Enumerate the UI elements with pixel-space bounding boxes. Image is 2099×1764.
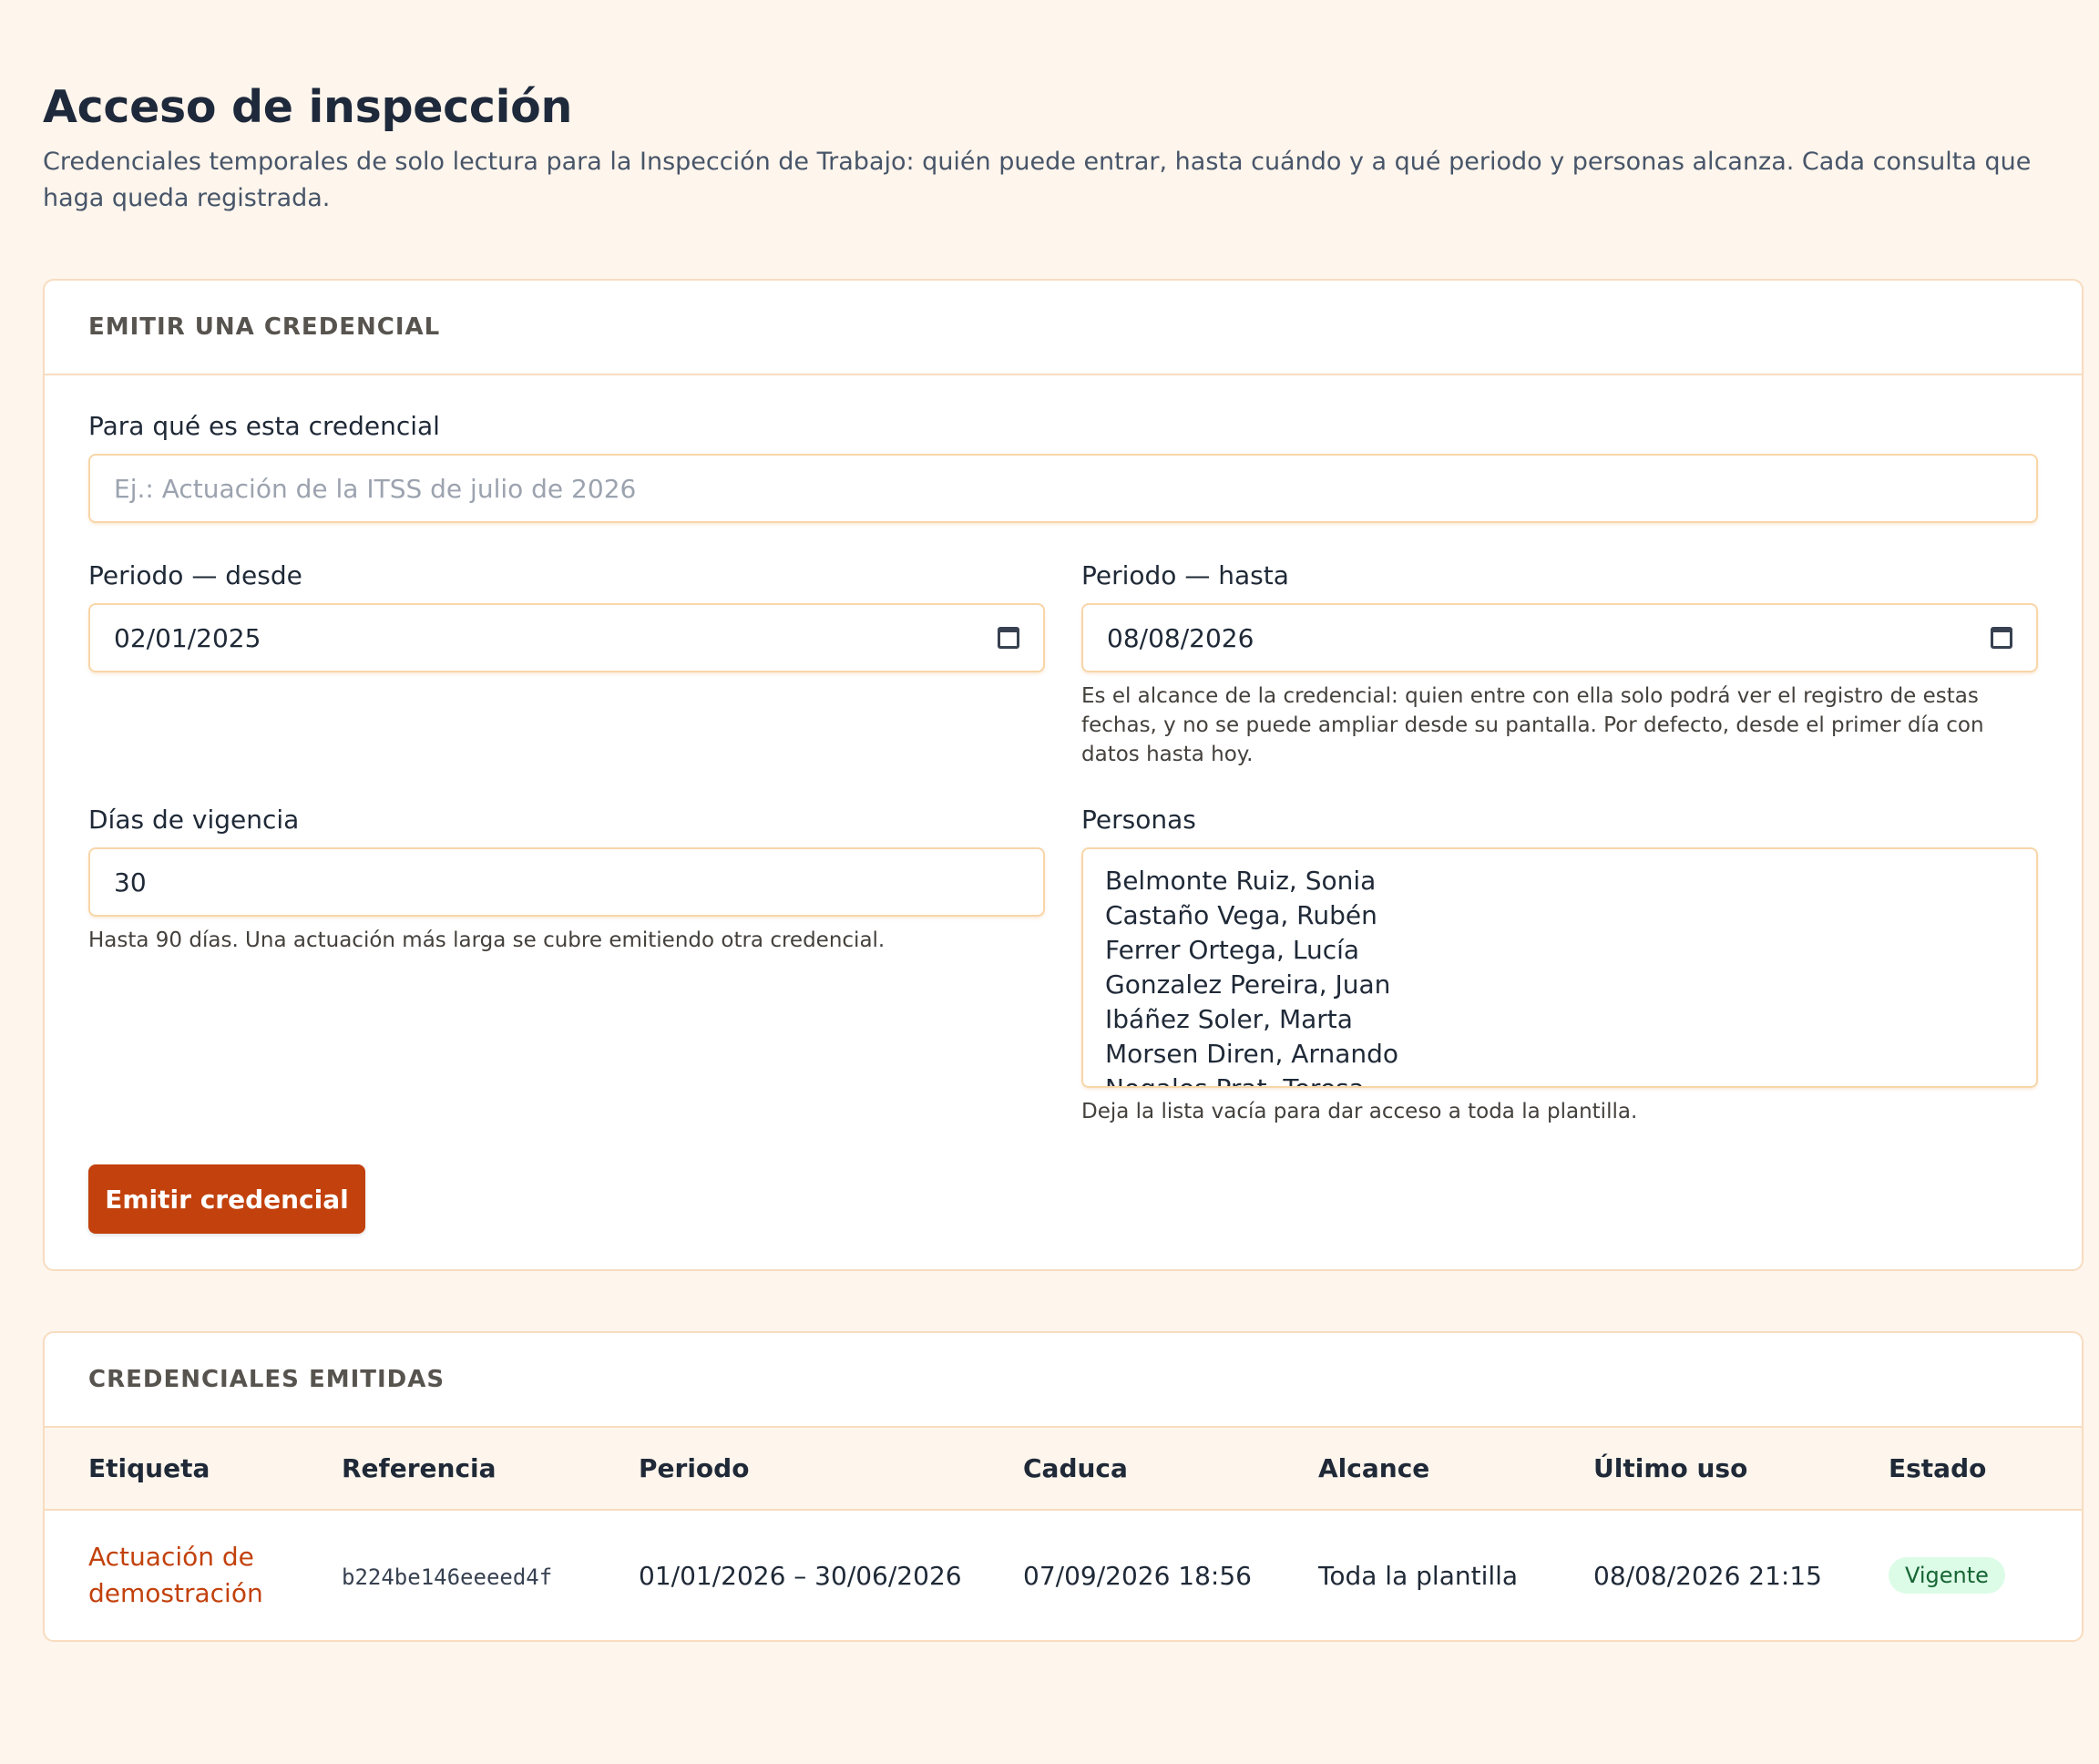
validity-days-input[interactable]: 30 [88,847,1045,917]
people-option[interactable]: Ibáñez Soler, Marta [1105,1002,2036,1037]
cell-reference: b224be146eeeed4f [342,1510,639,1640]
page-description: Credenciales temporales de solo lectura … [43,148,2032,212]
cell-period: 01/01/2026 – 30/06/2026 [639,1560,962,1591]
validity-days-label: Días de vigencia [88,805,300,835]
people-option[interactable]: Castaño Vega, Rubén [1105,898,2036,933]
column-header-reference: Referencia [342,1428,639,1511]
purpose-label: Para qué es esta credencial [88,411,440,441]
cell-label: Actuación de demostración [45,1510,342,1640]
period-to-label: Periodo — hasta [1081,560,1289,590]
period-to-value: 08/08/2026 [1107,622,1254,653]
period-from-value: 02/01/2025 [114,622,261,653]
table-header-row: Etiqueta Referencia Periodo Caduca Alcan… [45,1428,2082,1511]
calendar-icon[interactable] [998,627,1019,649]
credential-label-link[interactable]: Actuación de demostración [88,1539,271,1612]
issued-credentials-card: CREDENCIALES EMITIDAS Etiqueta Referenci… [43,1331,2084,1642]
issue-credential-card: EMITIR UNA CREDENCIAL Para qué es esta c… [43,279,2084,1271]
cell-status: Vigente [1889,1510,2082,1640]
column-header-label: Etiqueta [45,1428,342,1511]
issue-credential-button[interactable]: Emitir credencial [88,1164,365,1234]
column-header-period: Periodo [639,1428,1023,1511]
issued-credentials-heading: CREDENCIALES EMITIDAS [45,1333,2082,1428]
cell-expires: 07/09/2026 18:56 [1023,1560,1252,1591]
period-from-input[interactable]: 02/01/2025 [88,603,1045,672]
validity-days-field: Días de vigencia 30 Hasta 90 días. Una a… [88,804,1045,955]
people-hint: Deja la lista vacía para dar acceso a to… [1081,1100,1638,1123]
column-header-expires: Caduca [1023,1428,1318,1511]
period-to-field: Periodo — hasta 08/08/2026 Es el alcance… [1081,559,2038,769]
table-row: Actuación de demostración b224be146eeeed… [45,1510,2082,1640]
period-to-hint: Es el alcance de la credencial: quien en… [1081,684,1984,766]
cell-scope: Toda la plantilla [1318,1560,1519,1591]
status-badge: Vigente [1889,1557,2005,1594]
people-field: Personas Belmonte Ruiz, Sonia Castaño Ve… [1081,804,2038,1126]
purpose-input[interactable]: Ej.: Actuación de la ITSS de julio de 20… [88,454,2038,523]
period-to-input[interactable]: 08/08/2026 [1081,603,2038,672]
cell-last-use: 08/08/2026 21:15 [1593,1560,1822,1591]
people-multiselect[interactable]: Belmonte Ruiz, Sonia Castaño Vega, Rubén… [1081,847,2038,1088]
issue-credential-heading: EMITIR UNA CREDENCIAL [45,281,2082,375]
purpose-placeholder: Ej.: Actuación de la ITSS de julio de 20… [114,473,637,504]
column-header-status: Estado [1889,1428,2082,1511]
credential-reference: b224be146eeeed4f [342,1564,553,1590]
column-header-last-use: Último uso [1593,1428,1889,1511]
calendar-icon[interactable] [1991,627,2012,649]
page: Acceso de inspección Credenciales tempor… [0,80,2099,1642]
issue-credential-form: Para qué es esta credencial Ej.: Actuaci… [45,375,2082,1268]
purpose-field: Para qué es esta credencial Ej.: Actuaci… [88,410,2038,523]
period-from-field: Periodo — desde 02/01/2025 [88,559,1045,672]
validity-days-value: 30 [114,867,147,897]
page-title: Acceso de inspección [43,81,573,133]
people-option[interactable]: Belmonte Ruiz, Sonia [1105,864,2036,898]
people-option[interactable]: Nogales Prat, Teresa [1105,1072,2036,1086]
people-option[interactable]: Gonzalez Pereira, Juan [1105,968,2036,1002]
column-header-scope: Alcance [1318,1428,1593,1511]
people-option[interactable]: Ferrer Ortega, Lucía [1105,933,2036,968]
period-from-label: Periodo — desde [88,560,302,590]
issued-credentials-table: Etiqueta Referencia Periodo Caduca Alcan… [45,1428,2082,1640]
people-option[interactable]: Morsen Diren, Arnando [1105,1037,2036,1072]
validity-days-hint: Hasta 90 días. Una actuación más larga s… [88,928,886,952]
people-label: Personas [1081,805,1196,835]
